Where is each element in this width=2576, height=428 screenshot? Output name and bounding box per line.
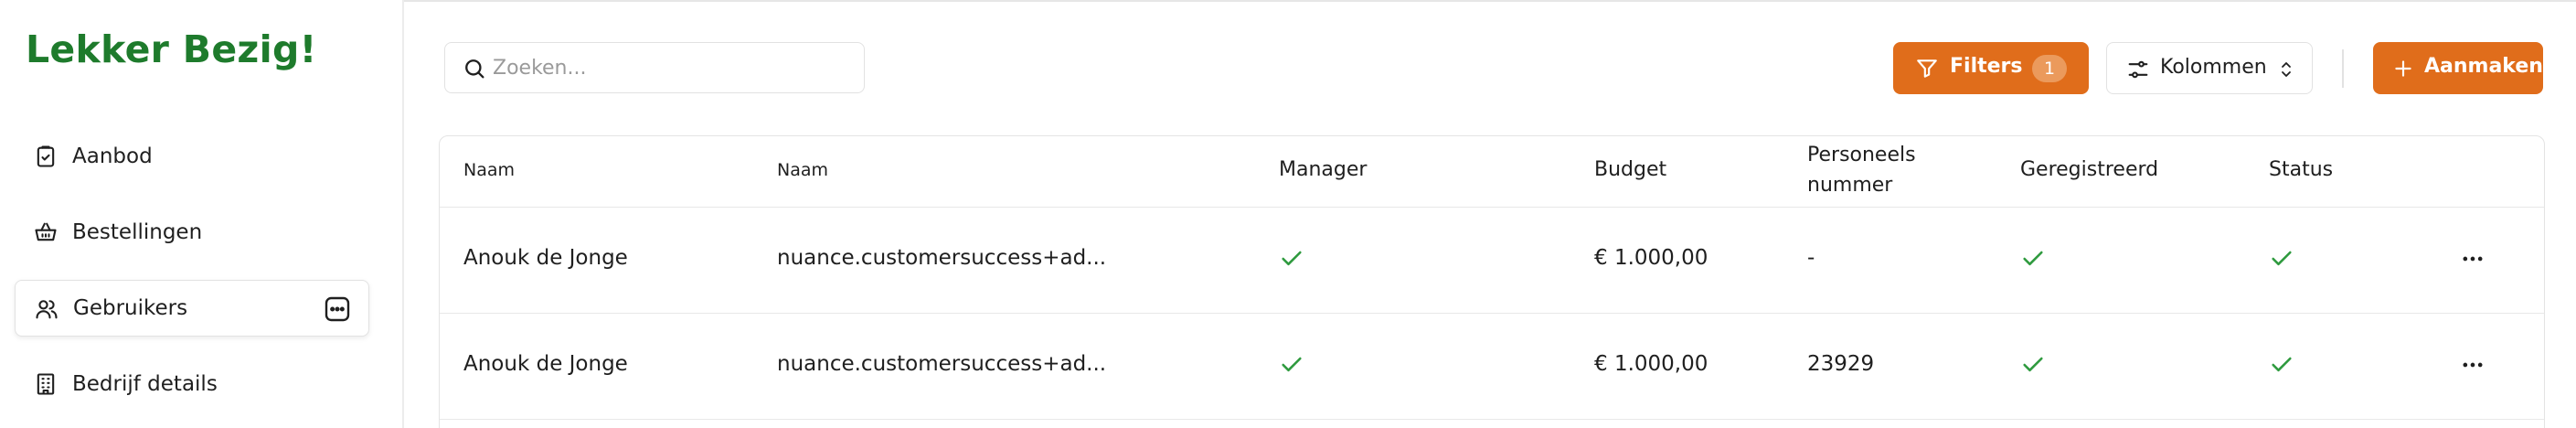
more-options-icon[interactable] bbox=[323, 294, 352, 324]
check-icon bbox=[2272, 251, 2292, 266]
sidebar-item-label: Aanbod bbox=[72, 144, 153, 168]
column-header-geregistreerd[interactable]: Geregistreerd bbox=[2020, 158, 2158, 181]
app-logo[interactable]: Lekker Bezig! bbox=[26, 27, 317, 71]
check-icon bbox=[1282, 251, 1302, 266]
search-icon bbox=[465, 59, 484, 79]
kolommen-button[interactable]: Kolommen bbox=[2106, 42, 2313, 94]
filters-button[interactable]: Filters 1 bbox=[1893, 42, 2089, 94]
sliders-icon bbox=[2128, 60, 2148, 79]
users-icon bbox=[36, 300, 58, 319]
column-header-personeelsnummer-line2[interactable]: nummer bbox=[1807, 174, 1892, 197]
kolommen-label: Kolommen bbox=[2160, 56, 2267, 79]
table-row[interactable]: Anouk de Jonge nuance.customersuccess+ad… bbox=[440, 314, 2544, 420]
cell-email: nuance.customersuccess+ad... bbox=[777, 352, 1107, 376]
search-box[interactable] bbox=[444, 42, 865, 93]
cell-budget: € 1.000,00 bbox=[1594, 352, 1708, 376]
column-header-email[interactable]: Naam bbox=[777, 160, 828, 180]
cell-email: nuance.customersuccess+ad... bbox=[777, 246, 1107, 270]
sidebar-item-bedrijf-details[interactable]: Bedrijf details bbox=[15, 356, 369, 412]
check-icon bbox=[2272, 357, 2292, 372]
check-icon bbox=[2023, 251, 2043, 266]
cell-personeelsnummer: - bbox=[1807, 246, 1815, 270]
cell-personeelsnummer: 23929 bbox=[1807, 352, 1875, 376]
sidebar-item-label: Bedrijf details bbox=[72, 372, 218, 396]
basket-icon bbox=[35, 222, 57, 241]
column-header-status[interactable]: Status bbox=[2269, 158, 2333, 181]
cell-naam: Anouk de Jonge bbox=[463, 352, 628, 376]
column-header-personeelsnummer-line1[interactable]: Personeels bbox=[1807, 144, 1916, 166]
sidebar-item-bestellingen[interactable]: Bestellingen bbox=[15, 204, 369, 261]
building-icon bbox=[37, 373, 55, 395]
search-input[interactable] bbox=[493, 52, 840, 83]
filters-count-badge: 1 bbox=[2032, 55, 2067, 82]
aanmaken-button[interactable]: Aanmaken bbox=[2373, 42, 2543, 94]
column-header-manager[interactable]: Manager bbox=[1279, 158, 1367, 181]
filter-icon bbox=[1917, 59, 1937, 78]
sidebar-item-label: Gebruikers bbox=[73, 296, 188, 320]
toolbar-divider bbox=[2342, 49, 2344, 88]
aanmaken-label: Aanmaken bbox=[2424, 55, 2543, 78]
sidebar-item-aanbod[interactable]: Aanbod bbox=[15, 128, 369, 185]
clipboard-check-icon bbox=[37, 145, 55, 167]
check-icon bbox=[1282, 357, 1302, 372]
sidebar-item-gebruikers[interactable]: Gebruikers bbox=[15, 280, 369, 337]
sidebar-item-label: Bestellingen bbox=[72, 220, 203, 244]
row-actions-icon[interactable] bbox=[2460, 246, 2486, 272]
users-table: Naam Naam Manager Budget Personeels numm… bbox=[439, 135, 2545, 428]
column-header-naam[interactable]: Naam bbox=[463, 160, 515, 180]
column-header-budget[interactable]: Budget bbox=[1594, 158, 1666, 181]
cell-naam: Anouk de Jonge bbox=[463, 246, 628, 270]
sidebar: Lekker Bezig! Aanbod Bestellingen Gebrui… bbox=[0, 0, 404, 428]
table-header-row: Naam Naam Manager Budget Personeels numm… bbox=[440, 136, 2544, 208]
filters-label: Filters bbox=[1950, 55, 2023, 78]
plus-icon bbox=[2395, 60, 2411, 77]
table-row[interactable]: Anouk de Jonge nuance.customersuccess+ad… bbox=[440, 208, 2544, 314]
cell-budget: € 1.000,00 bbox=[1594, 246, 1708, 270]
check-icon bbox=[2023, 357, 2043, 372]
row-actions-icon[interactable] bbox=[2460, 352, 2486, 378]
chevron-up-down-icon bbox=[2282, 62, 2291, 77]
